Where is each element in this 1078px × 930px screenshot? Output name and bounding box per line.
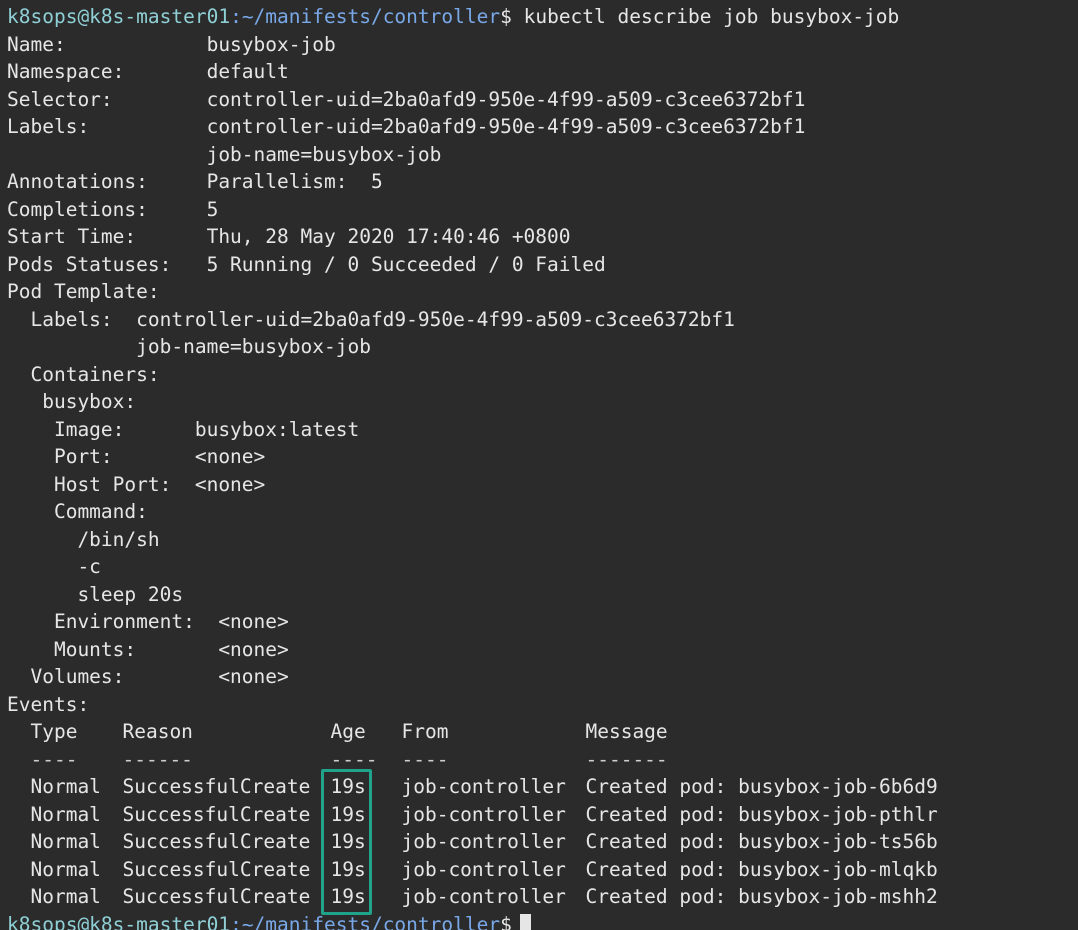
event-from: job-controller	[401, 802, 566, 826]
events-underline-row: ---- ------ ---- ---- -------	[7, 746, 1078, 774]
event-type: Normal	[30, 802, 101, 826]
event-type: Normal	[30, 885, 101, 908]
output-line: Port: <none>	[7, 445, 266, 468]
event-reason: SuccessfulCreate	[122, 830, 311, 853]
terminal-window[interactable]: k8sops@k8s-master01:~/manifests/controll…	[0, 0, 1078, 930]
event-age: 19s	[330, 802, 366, 826]
event-type: Normal	[30, 830, 101, 853]
final-prompt-line[interactable]: k8sops@k8s-master01:~/manifests/controll…	[7, 911, 1078, 930]
output-line: Host Port: <none>	[7, 472, 266, 496]
event-type: Normal	[30, 775, 101, 798]
events-row: Normal SuccessfulCreate 19s job-controller C…	[7, 773, 1078, 801]
output-line: Containers:	[7, 362, 160, 386]
output-line: Labels: controller-uid=2ba0afd9-950e-4f9…	[7, 307, 735, 331]
event-reason: SuccessfulCreate	[122, 857, 311, 881]
events-header-message: Message	[585, 720, 668, 743]
output-line: -c	[7, 555, 101, 578]
output-line: Environment: <none>	[7, 610, 289, 633]
event-age: 19s	[330, 830, 366, 853]
event-age: 19s	[330, 775, 366, 798]
output-line: sleep 20s	[7, 582, 184, 606]
output-line: job-name=busybox-job	[7, 142, 442, 166]
output-line: Selector: controller-uid=2ba0afd9-950e-4…	[7, 87, 806, 111]
events-row: Normal SuccessfulCreate 19s job-controller C…	[7, 883, 1078, 911]
output-line: /bin/sh	[7, 527, 160, 551]
output-line: Command:	[7, 500, 148, 523]
event-message: Created pod: busybox-job-mshh2	[585, 885, 938, 908]
events-header-age: Age	[330, 720, 366, 743]
event-age: 19s	[330, 857, 366, 881]
output-line: Annotations: Parallelism: 5	[7, 170, 383, 193]
output-line: Start Time: Thu, 28 May 2020 17:40:46 +0…	[7, 225, 571, 248]
prompt-user-host: k8sops@k8s-master01	[7, 912, 231, 930]
prompt-dollar: $	[500, 912, 512, 930]
events-row: Normal SuccessfulCreate 19s job-controller C…	[7, 828, 1078, 856]
events-header-row: Type Reason Age From Message	[7, 718, 1078, 746]
output-line: Pod Template:	[7, 280, 160, 303]
output-line: Completions: 5	[7, 197, 219, 221]
output-line: Mounts: <none>	[7, 637, 289, 661]
event-type: Normal	[30, 857, 101, 881]
prompt-colon: :	[230, 912, 242, 930]
prompt-dollar: $	[500, 5, 512, 28]
event-message: Created pod: busybox-job-pthlr	[585, 802, 938, 826]
event-message: Created pod: busybox-job-mlqkb	[585, 857, 938, 881]
event-message: Created pod: busybox-job-ts56b	[585, 830, 938, 853]
event-from: job-controller	[401, 830, 566, 853]
events-row: Normal SuccessfulCreate 19s job-controller C…	[7, 801, 1078, 829]
output-line: Events:	[7, 692, 90, 716]
events-table: Type Reason Age From Message ---- ------ ---- -…	[7, 718, 1078, 911]
output-line: Name: busybox-job	[7, 32, 336, 56]
events-underline: ----	[330, 747, 378, 771]
output-line: Namespace: default	[7, 60, 289, 83]
events-underline: ------	[122, 747, 193, 771]
terminal-cursor	[519, 913, 531, 930]
event-reason: SuccessfulCreate	[122, 802, 311, 826]
command-text: kubectl describe job busybox-job	[523, 5, 900, 28]
event-from: job-controller	[401, 857, 566, 881]
output-line: Volumes: <none>	[7, 665, 289, 688]
describe-output: Name: busybox-job Namespace: default Sel…	[7, 31, 1078, 719]
events-header-reason: Reason	[122, 720, 193, 743]
events-row: Normal SuccessfulCreate 19s job-controller C…	[7, 856, 1078, 884]
events-header-from: From	[401, 720, 449, 743]
prompt-path: ~/manifests/controller	[241, 912, 501, 930]
events-underline: ----	[401, 747, 449, 771]
prompt-colon: :	[230, 5, 242, 28]
events-header-type: Type	[30, 720, 78, 743]
output-line: Labels: controller-uid=2ba0afd9-950e-4f9…	[7, 115, 806, 138]
event-from: job-controller	[401, 775, 566, 798]
event-reason: SuccessfulCreate	[122, 775, 311, 798]
command-prompt-line: k8sops@k8s-master01:~/manifests/controll…	[7, 3, 1078, 31]
output-line: job-name=busybox-job	[7, 335, 371, 358]
prompt-user-host: k8sops@k8s-master01	[7, 5, 231, 28]
prompt-path: ~/manifests/controller	[241, 5, 501, 28]
events-underline: -------	[585, 747, 668, 771]
event-from: job-controller	[401, 885, 566, 908]
events-underline: ----	[30, 747, 78, 771]
output-line: Pods Statuses: 5 Running / 0 Succeeded /…	[7, 252, 606, 276]
output-line: busybox:	[7, 390, 137, 413]
output-line: Image: busybox:latest	[7, 417, 360, 441]
event-message: Created pod: busybox-job-6b6d9	[585, 775, 938, 798]
event-age: 19s	[330, 885, 366, 908]
event-reason: SuccessfulCreate	[122, 885, 311, 908]
